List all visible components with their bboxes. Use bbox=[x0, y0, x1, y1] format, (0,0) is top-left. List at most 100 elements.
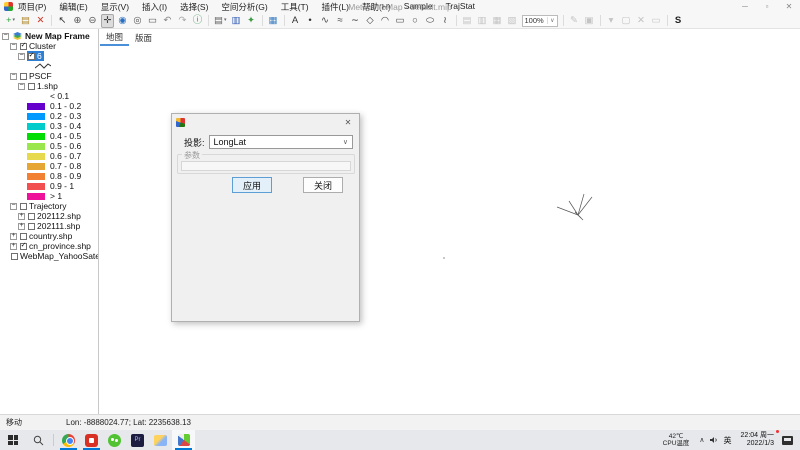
tree-row-body[interactable]: 0.5 - 0.6 bbox=[26, 141, 83, 151]
tab-layout[interactable]: 版面 bbox=[129, 29, 158, 46]
menu-item-1[interactable]: 编辑(E) bbox=[59, 1, 87, 13]
tree-row-body[interactable]: ✓6 bbox=[27, 51, 44, 61]
zoom-to-layer-button[interactable]: ◎ bbox=[131, 14, 144, 28]
tab-map[interactable]: 地图 bbox=[100, 29, 129, 46]
speaker-icon[interactable] bbox=[709, 435, 719, 445]
draw-circle-button[interactable]: ○ bbox=[409, 14, 422, 28]
layer-checkbox-checked[interactable]: ✓ bbox=[20, 243, 27, 250]
remove-layer-button[interactable]: ✕ bbox=[34, 14, 47, 28]
tree-row-body[interactable]: < 0.1 bbox=[26, 91, 71, 101]
taskbar-app-chrome[interactable] bbox=[57, 430, 80, 450]
tree-row-body[interactable]: 202111.shp bbox=[27, 221, 82, 231]
zoom-level-combo[interactable]: 100%∨ bbox=[522, 15, 558, 27]
params-field[interactable] bbox=[181, 161, 351, 171]
maximize-icon[interactable]: ▫ bbox=[756, 2, 778, 11]
delete-feature-button[interactable]: ✕ bbox=[635, 14, 648, 28]
draw-curve-button[interactable]: ∼ bbox=[349, 14, 362, 28]
export-map-button[interactable]: ▤ bbox=[461, 14, 474, 28]
zoom-out-button[interactable]: ⊖ bbox=[86, 14, 99, 28]
menu-item-9[interactable]: Sample bbox=[404, 1, 433, 13]
apply-button[interactable]: 应用 bbox=[232, 177, 272, 193]
input-language-indicator[interactable]: 英 bbox=[724, 435, 732, 446]
draw-curve-polygon-button[interactable]: ◠ bbox=[379, 14, 392, 28]
script-console-button[interactable]: S bbox=[672, 14, 685, 28]
tree-row-body[interactable]: PSCF bbox=[19, 71, 54, 81]
tree-row-body[interactable]: 202112.shp bbox=[27, 211, 83, 221]
layer-checkbox-checked[interactable]: ✓ bbox=[20, 43, 27, 50]
expand-icon[interactable]: + bbox=[10, 233, 17, 240]
menu-item-3[interactable]: 插入(I) bbox=[142, 1, 167, 13]
layer-checkbox-unchecked[interactable] bbox=[20, 203, 27, 210]
redo-button[interactable]: ↷ bbox=[176, 14, 189, 28]
collapse-icon[interactable]: − bbox=[10, 73, 17, 80]
taskbar-app-explorer[interactable] bbox=[149, 430, 172, 450]
projection-select[interactable]: LongLat ∨ bbox=[209, 135, 353, 149]
expand-icon[interactable]: + bbox=[18, 223, 25, 230]
tree-row-body[interactable]: Trajectory bbox=[19, 201, 68, 211]
tree-row-body[interactable]: 0.9 - 1 bbox=[26, 181, 76, 191]
draw-lasso-button[interactable]: ≀ bbox=[439, 14, 452, 28]
insert-image-button[interactable]: ▦ bbox=[267, 14, 280, 28]
tree-row-body[interactable]: 0.2 - 0.3 bbox=[26, 111, 83, 121]
select-arrow-button[interactable]: ↖ bbox=[56, 14, 69, 28]
menu-item-4[interactable]: 选择(S) bbox=[180, 1, 208, 13]
draw-freehand-button[interactable]: ≈ bbox=[334, 14, 347, 28]
tree-row-body[interactable]: ✓Cluster bbox=[19, 41, 58, 51]
draw-point-button[interactable]: • bbox=[304, 14, 317, 28]
collapse-icon[interactable]: − bbox=[18, 83, 25, 90]
layer-checkbox-unchecked[interactable] bbox=[20, 233, 27, 240]
draw-polyline-button[interactable]: ∿ bbox=[319, 14, 332, 28]
taskbar-app-red[interactable] bbox=[80, 430, 103, 450]
tree-row-body[interactable]: 0.1 - 0.2 bbox=[26, 101, 83, 111]
edit-vertices-button[interactable]: ✎ bbox=[568, 14, 581, 28]
paste-map-button[interactable]: ▦ bbox=[491, 14, 504, 28]
draw-ellipse-button[interactable]: ⬭ bbox=[424, 14, 437, 28]
draw-text-button[interactable]: A bbox=[289, 14, 302, 28]
tree-row-body[interactable]: ✓cn_province.shp bbox=[19, 241, 93, 251]
tree-row-body[interactable]: 0.6 - 0.7 bbox=[26, 151, 83, 161]
taskbar-app-meteoinfo[interactable] bbox=[172, 430, 195, 450]
select-feature-rect-button[interactable]: ▭ bbox=[650, 14, 663, 28]
layer-checkbox-unchecked[interactable] bbox=[11, 253, 18, 260]
tree-row-body[interactable]: country.shp bbox=[19, 231, 74, 241]
tree-row-body[interactable]: 0.8 - 0.9 bbox=[26, 171, 83, 181]
collapse-icon[interactable]: − bbox=[10, 43, 17, 50]
layer-checkbox-unchecked[interactable] bbox=[28, 83, 35, 90]
open-folder-button[interactable]: ▤ bbox=[19, 14, 32, 28]
minimize-icon[interactable]: ─ bbox=[734, 2, 756, 11]
clock-widget[interactable]: 22:04 周一 2022/1/3 bbox=[741, 432, 774, 448]
tree-row-body[interactable]: 1.shp bbox=[27, 81, 60, 91]
expand-icon[interactable]: + bbox=[10, 243, 17, 250]
layer-checkbox-unchecked[interactable] bbox=[28, 223, 35, 230]
close-icon[interactable]: ✕ bbox=[778, 2, 800, 11]
full-extent-button[interactable]: ◉ bbox=[116, 14, 129, 28]
frame-button[interactable]: ▧ bbox=[506, 14, 519, 28]
tree-row-body[interactable] bbox=[26, 61, 53, 71]
transform-feature-button[interactable]: ▢ bbox=[620, 14, 633, 28]
collapse-icon[interactable]: − bbox=[10, 203, 17, 210]
menu-item-10[interactable]: TrajStat bbox=[446, 1, 475, 13]
menu-item-5[interactable]: 空间分析(G) bbox=[221, 1, 267, 13]
identify-button[interactable]: ⓘ bbox=[191, 14, 204, 28]
menu-item-0[interactable]: 项目(P) bbox=[18, 1, 46, 13]
taskbar-app-wechat[interactable] bbox=[103, 430, 126, 450]
tree-row-body[interactable]: WebMap_YahooSatelli bbox=[10, 251, 99, 261]
label-button[interactable]: ✦ bbox=[245, 14, 258, 28]
action-center-button[interactable] bbox=[778, 436, 796, 445]
collapse-icon[interactable]: − bbox=[2, 33, 9, 40]
menu-item-8[interactable]: 帮助(H) bbox=[362, 1, 391, 13]
undo-button[interactable]: ↶ bbox=[161, 14, 174, 28]
menu-item-7[interactable]: 插件(L) bbox=[322, 1, 349, 13]
add-layer-button[interactable]: +▾ bbox=[4, 14, 17, 28]
dialog-title-bar[interactable]: ✕ bbox=[172, 114, 359, 131]
edit-dropdown-button[interactable]: ▾ bbox=[605, 14, 618, 28]
tree-row-body[interactable]: 0.4 - 0.5 bbox=[26, 131, 83, 141]
zoom-to-extent-button[interactable]: ▭ bbox=[146, 14, 159, 28]
menu-item-6[interactable]: 工具(T) bbox=[281, 1, 309, 13]
new-layout-button[interactable]: ▤▾ bbox=[213, 14, 228, 28]
draw-rectangle-button[interactable]: ▭ bbox=[394, 14, 407, 28]
tree-row-body[interactable]: 0.7 - 0.8 bbox=[26, 161, 83, 171]
draw-polygon-button[interactable]: ◇ bbox=[364, 14, 377, 28]
menu-item-2[interactable]: 显示(V) bbox=[101, 1, 129, 13]
search-button[interactable] bbox=[26, 435, 50, 446]
